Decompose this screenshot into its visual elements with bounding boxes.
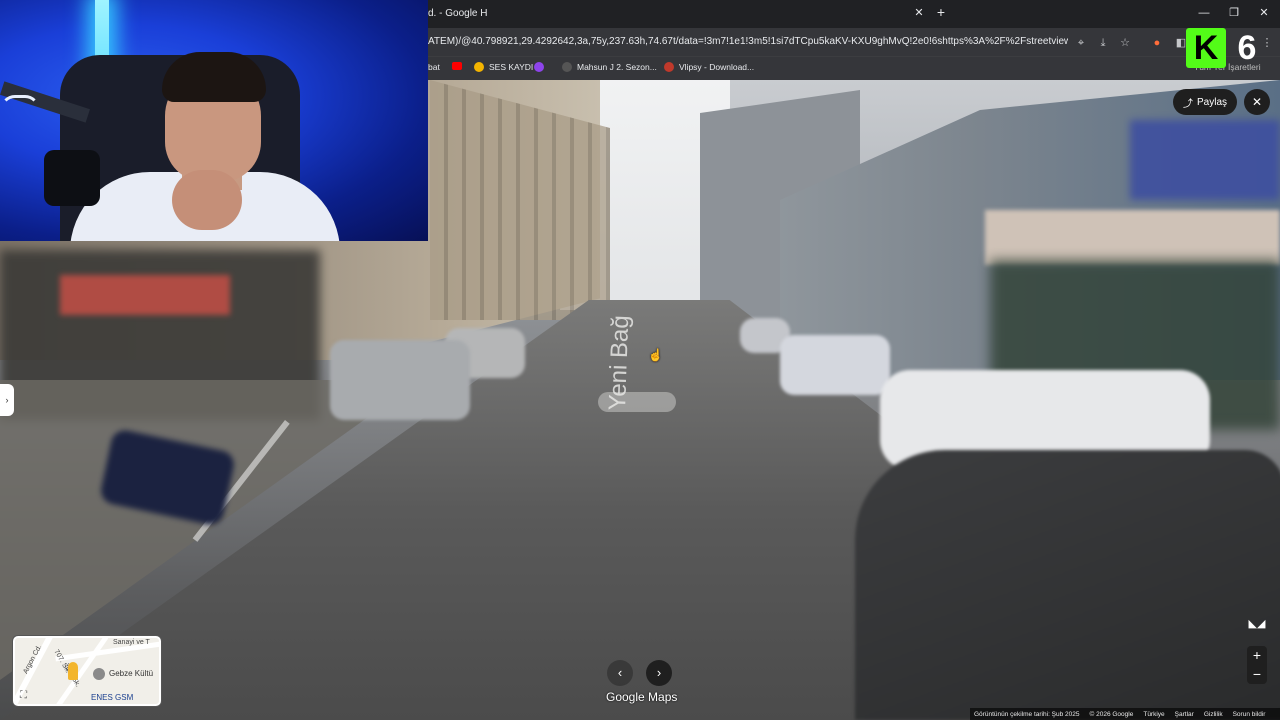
road-label: Yeni Bağ — [604, 314, 635, 411]
browser-tabbar: d. - Google H ✕ + — ❐ ✕ — [428, 0, 1280, 28]
bookmarks-bar: bat SES KAYDI Mahsun J 2. Sezon... Vlips… — [428, 56, 1280, 80]
parked-car — [330, 340, 470, 420]
bookmark-item[interactable]: bat — [428, 62, 440, 72]
map-label: Gebze Kültü — [109, 669, 154, 678]
bookmark-star-icon[interactable]: ☆ — [1118, 36, 1132, 50]
webcam-overlay — [0, 0, 428, 241]
share-icon: ⤴ — [1182, 98, 1193, 110]
shop-sign — [985, 210, 1280, 265]
minimize-button[interactable]: — — [1194, 6, 1214, 20]
minimap[interactable]: Sanayi ve T 707. Sk. 710. Sk. Argon Cd. … — [13, 636, 161, 706]
bookmark-icon — [474, 62, 484, 72]
privacy-link[interactable]: Gizlilik — [1204, 711, 1223, 718]
pegman-icon — [68, 662, 78, 680]
window-close-button[interactable]: ✕ — [1254, 6, 1274, 20]
tab-close-icon[interactable]: ✕ — [912, 6, 926, 20]
url-input[interactable]: ATEM)/@40.798921,29.4292642,3a,75y,237.6… — [428, 36, 1068, 47]
zoom-in-button[interactable]: + — [1247, 646, 1267, 665]
bookmark-vlipsy[interactable]: Vlipsy - Download... — [664, 62, 754, 72]
map-label: ENES GSM — [91, 693, 134, 702]
kick-logo: K — [1186, 28, 1226, 68]
share-button[interactable]: ⤴ Paylaş — [1173, 89, 1237, 115]
install-icon[interactable]: ⤓ — [1096, 36, 1110, 50]
person-hand — [172, 170, 242, 230]
google-maps-logo: Google Maps — [606, 690, 678, 704]
microphone — [44, 150, 100, 206]
bookmark-mahsun[interactable]: Mahsun J 2. Sezon... — [562, 62, 657, 72]
badge-number: 6 — [1237, 29, 1257, 67]
expand-map-icon[interactable]: ⛶ — [20, 690, 27, 701]
parked-car — [780, 335, 890, 395]
bookmark-purple[interactable] — [534, 62, 544, 72]
address-bar: ATEM)/@40.798921,29.4292642,3a,75y,237.6… — [428, 28, 1280, 56]
tab-title[interactable]: d. - Google H — [428, 8, 487, 19]
previous-image-button[interactable]: ‹ — [607, 660, 633, 686]
shop-sign — [60, 275, 230, 315]
report-problem-link[interactable]: Sorun bildir — [1233, 711, 1266, 718]
copyright: © 2026 Google — [1089, 710, 1134, 718]
bookmark-icon — [534, 62, 544, 72]
restore-button[interactable]: ❐ — [1224, 6, 1244, 20]
cable — [0, 95, 40, 125]
person-hair — [162, 52, 266, 102]
zoom-control: + − — [1247, 646, 1267, 684]
capture-date: Görüntünün çekilme tarihi: Şub 2025 — [974, 710, 1080, 718]
parked-car — [855, 450, 1280, 720]
bookmark-icon — [562, 62, 572, 72]
compass-icon[interactable]: ◣◢ — [1243, 612, 1271, 636]
share-label: Paylaş — [1196, 96, 1227, 108]
new-tab-button[interactable]: + — [934, 5, 948, 19]
extension-icon[interactable]: ● — [1150, 36, 1164, 50]
channel-badge: K 6 — [1186, 28, 1266, 68]
expand-panel-button[interactable]: › — [0, 384, 14, 416]
bookmark-youtube[interactable] — [452, 62, 462, 70]
close-street-view-button[interactable]: ✕ — [1244, 89, 1270, 115]
bookmark-icon — [664, 62, 674, 72]
poi-icon — [93, 668, 105, 680]
shop-sign — [1130, 120, 1280, 200]
hand-cursor-icon: ☝ — [648, 348, 663, 362]
bookmark-ses-kaydi[interactable]: SES KAYDI — [474, 62, 533, 72]
youtube-icon — [452, 62, 462, 70]
location-icon[interactable]: ⌖ — [1074, 36, 1088, 50]
zoom-out-button[interactable]: − — [1247, 665, 1267, 684]
region-link[interactable]: Türkiye — [1143, 711, 1164, 718]
map-footer: Görüntünün çekilme tarihi: Şub 2025 © 20… — [970, 708, 1280, 720]
next-image-button[interactable]: › — [646, 660, 672, 686]
screen: d. - Google H ✕ + — ❐ ✕ ATEM)/@40.798921… — [0, 0, 1280, 720]
map-label: Sanayi ve T — [113, 639, 150, 646]
terms-link[interactable]: Şartlar — [1175, 711, 1194, 718]
